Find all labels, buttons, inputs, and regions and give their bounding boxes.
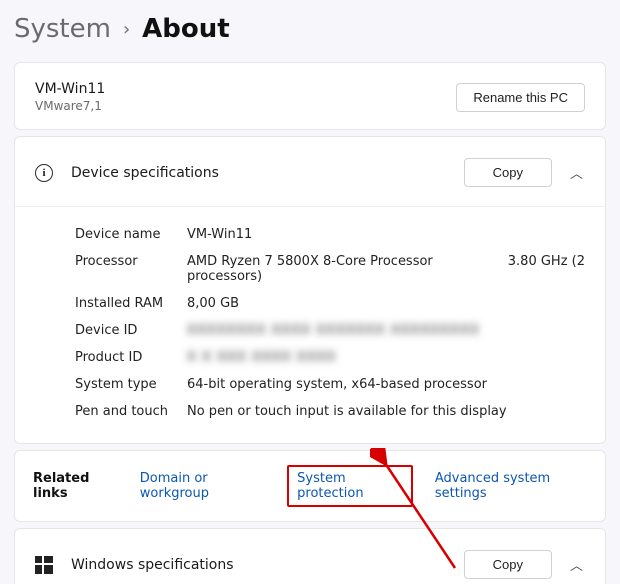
link-system-protection[interactable]: System protection: [287, 465, 413, 507]
breadcrumb-current: About: [142, 14, 230, 44]
device-specifications-card: i Device specifications Copy ︿ Device na…: [14, 136, 606, 444]
chevron-right-icon: ›: [123, 19, 130, 40]
spec-row-pen-touch: Pen and touch No pen or touch input is a…: [75, 398, 585, 425]
rename-card: VM-Win11 VMware7,1 Rename this PC: [14, 62, 606, 130]
win-spec-title: Windows specifications: [71, 557, 234, 573]
related-links-bar: Related links Domain or workgroup System…: [14, 450, 606, 522]
spec-row-system-type: System type 64-bit operating system, x64…: [75, 371, 585, 398]
win-spec-header: Windows specifications Copy ︿: [15, 529, 605, 584]
spec-row-processor: Processor AMD Ryzen 7 5800X 8-Core Proce…: [75, 248, 585, 290]
device-spec-body: Device name VM-Win11 Processor AMD Ryzen…: [15, 207, 605, 443]
windows-specifications-card: Windows specifications Copy ︿ Edition Wi…: [14, 528, 606, 584]
spec-row-product-id: Product ID X X XXX XXXX XXXX: [75, 344, 585, 371]
device-model: VMware7,1: [35, 99, 105, 113]
info-icon: i: [35, 164, 53, 182]
device-name: VM-Win11: [35, 81, 105, 97]
device-spec-title: Device specifications: [71, 165, 219, 181]
link-domain-workgroup[interactable]: Domain or workgroup: [140, 471, 265, 501]
breadcrumb-parent[interactable]: System: [14, 14, 111, 44]
breadcrumb: System › About: [14, 14, 606, 44]
copy-win-spec-button[interactable]: Copy: [464, 550, 552, 579]
copy-device-spec-button[interactable]: Copy: [464, 158, 552, 187]
chevron-up-icon[interactable]: ︿: [564, 549, 589, 580]
spec-row-device-name: Device name VM-Win11: [75, 221, 585, 248]
related-links-label: Related links: [33, 471, 118, 501]
rename-pc-button[interactable]: Rename this PC: [456, 83, 585, 112]
windows-icon: [35, 556, 53, 574]
link-advanced-settings[interactable]: Advanced system settings: [435, 471, 587, 501]
device-spec-header: i Device specifications Copy ︿: [15, 137, 605, 207]
spec-row-device-id: Device ID XXXXXXXX XXXX XXXXXXX XXXXXXXX…: [75, 317, 585, 344]
chevron-up-icon[interactable]: ︿: [564, 157, 589, 188]
spec-row-ram: Installed RAM 8,00 GB: [75, 290, 585, 317]
